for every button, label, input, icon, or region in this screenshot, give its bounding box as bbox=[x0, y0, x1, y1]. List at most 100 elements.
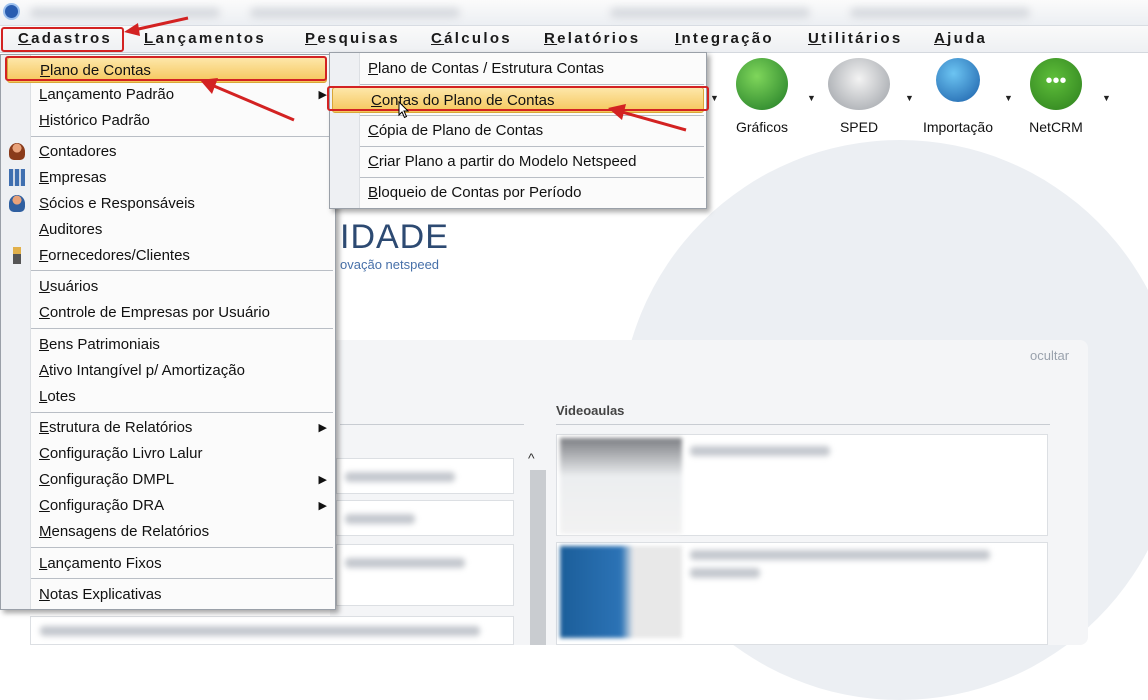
menu-item-label: Empresas bbox=[39, 169, 107, 186]
blurred-text bbox=[345, 472, 455, 482]
netcrm-dropdown-arrow[interactable]: ▼ bbox=[1102, 93, 1111, 103]
menu-item-bens-patrimoniais[interactable]: Bens Patrimoniais bbox=[1, 332, 335, 358]
scrollbar[interactable] bbox=[530, 470, 546, 645]
submenu-arrow-icon: ▶ bbox=[318, 500, 327, 512]
menu-calculos[interactable]: Cálculos bbox=[431, 30, 512, 47]
submenu-item-bloqueio-contas[interactable]: Bloqueio de Contas por Período bbox=[330, 180, 706, 206]
videos-heading: Videoaulas bbox=[556, 403, 625, 418]
menu-pesquisas[interactable]: Pesquisas bbox=[305, 30, 400, 47]
menu-item-fornecedores[interactable]: Fornecedores/Clientes bbox=[1, 243, 335, 269]
menu-separator bbox=[360, 146, 704, 147]
menu-separator bbox=[31, 270, 333, 271]
menu-item-controle-empresas[interactable]: Controle de Empresas por Usuário bbox=[1, 300, 335, 326]
toolbar-netcrm-button[interactable]: ••• NetCRM bbox=[1014, 58, 1098, 138]
chat-bubble-icon: ••• bbox=[1030, 58, 1082, 110]
submenu-item-label: Bloqueio de Contas por Período bbox=[368, 184, 582, 201]
menu-item-auditores[interactable]: Auditores bbox=[1, 217, 335, 243]
blurred-text bbox=[690, 446, 830, 456]
menu-item-config-dmpl[interactable]: Configuração DMPL ▶ bbox=[1, 467, 335, 493]
title-blur bbox=[850, 8, 1030, 18]
blurred-text bbox=[345, 558, 465, 568]
toolbar-importacao-button[interactable]: Importação bbox=[916, 58, 1000, 138]
blurred-text bbox=[690, 568, 760, 578]
menu-item-label: Auditores bbox=[39, 221, 103, 238]
submenu-arrow-icon: ▶ bbox=[318, 474, 327, 486]
menu-utilitarios[interactable]: Utilitários bbox=[808, 30, 903, 47]
menu-item-label: Lotes bbox=[39, 388, 76, 405]
menu-item-label: Ativo Intangível p/ Amortização bbox=[39, 362, 245, 379]
submenu-arrow-icon: ▶ bbox=[318, 89, 327, 101]
brand-tagline: ovação netspeed bbox=[340, 257, 440, 272]
toolbar-netcrm-label: NetCRM bbox=[1029, 119, 1083, 135]
menu-separator bbox=[31, 578, 333, 579]
menu-item-contadores[interactable]: Contadores bbox=[1, 139, 335, 165]
menu-separator bbox=[31, 412, 333, 413]
sped-dropdown-arrow[interactable]: ▼ bbox=[905, 93, 914, 103]
menu-item-notas-explicativas[interactable]: Notas Explicativas bbox=[1, 582, 335, 608]
menu-item-label: Estrutura de Relatórios bbox=[39, 419, 193, 436]
menu-item-label: Lançamento Padrão bbox=[39, 86, 175, 103]
submenu-item-estrutura-contas[interactable]: Plano de Contas / Estrutura Contas bbox=[330, 56, 706, 82]
cadastros-annotation-box bbox=[1, 27, 124, 52]
video-thumbnail bbox=[560, 438, 682, 534]
menu-item-socios[interactable]: Sócios e Responsáveis bbox=[1, 191, 335, 217]
menu-item-livro-lalur[interactable]: Configuração Livro Lalur bbox=[1, 441, 335, 467]
videos-divider bbox=[556, 424, 1050, 425]
menu-item-label: Configuração DMPL bbox=[39, 471, 175, 488]
brand-name: IDADE bbox=[340, 218, 449, 256]
toolbar-graficos-label: Gráficos bbox=[735, 119, 789, 135]
menu-separator bbox=[31, 547, 333, 548]
graficos-dropdown-arrow[interactable]: ▼ bbox=[807, 93, 816, 103]
cadastros-menu: Plano de Contas Lançamento Padrão ▶ Hist… bbox=[0, 54, 336, 610]
menu-item-lancamento-fixos[interactable]: Lançamento Fixos bbox=[1, 551, 335, 577]
submenu-item-label: Criar Plano a partir do Modelo Netspeed bbox=[368, 153, 637, 170]
hidden-dropdown-arrow[interactable]: ▼ bbox=[710, 93, 719, 103]
app-logo-icon bbox=[3, 3, 20, 20]
menu-separator bbox=[360, 84, 704, 85]
menu-item-usuarios[interactable]: Usuários bbox=[1, 274, 335, 300]
menu-item-lotes[interactable]: Lotes bbox=[1, 384, 335, 410]
chart-globe-icon bbox=[736, 58, 788, 110]
submenu-item-label: Cópia de Plano de Contas bbox=[368, 122, 544, 139]
title-blur bbox=[250, 8, 460, 18]
importacao-dropdown-arrow[interactable]: ▼ bbox=[1004, 93, 1013, 103]
menu-item-empresas[interactable]: Empresas bbox=[1, 165, 335, 191]
supplier-icon bbox=[13, 247, 21, 264]
menu-ajuda[interactable]: Ajuda bbox=[934, 30, 987, 47]
menu-separator bbox=[31, 136, 333, 137]
menu-item-label: Mensagens de Relatórios bbox=[39, 523, 210, 540]
submenu-item-label: Plano de Contas / Estrutura Contas bbox=[368, 60, 604, 77]
menu-item-mensagens-relatorios[interactable]: Mensagens de Relatórios bbox=[1, 519, 335, 545]
menu-item-label: Configuração DRA bbox=[39, 497, 165, 514]
menu-item-ativo-intangivel[interactable]: Ativo Intangível p/ Amortização bbox=[1, 358, 335, 384]
blurred-text bbox=[690, 550, 990, 560]
menu-item-label: Configuração Livro Lalur bbox=[39, 445, 203, 462]
menu-item-label: Lançamento Fixos bbox=[39, 555, 162, 572]
hide-panel-link[interactable]: ocultar bbox=[1030, 348, 1069, 363]
blurred-text bbox=[40, 626, 480, 636]
menu-relatorios[interactable]: Relatórios bbox=[544, 30, 640, 47]
menu-separator bbox=[31, 328, 333, 329]
title-blur bbox=[610, 8, 810, 18]
menu-item-label: Histórico Padrão bbox=[39, 112, 150, 129]
news-item[interactable] bbox=[336, 544, 514, 606]
menu-integracao[interactable]: Integração bbox=[675, 30, 774, 47]
video-thumbnail bbox=[560, 546, 682, 638]
news-divider bbox=[340, 424, 524, 425]
annotation-arrow-icon bbox=[124, 16, 189, 36]
menu-item-label: Contadores bbox=[39, 143, 117, 160]
menu-item-label: Usuários bbox=[39, 278, 99, 295]
person-icon bbox=[9, 143, 25, 160]
toolbar-graficos-button[interactable]: Gráficos bbox=[720, 58, 804, 138]
toolbar-sped-button[interactable]: SPED bbox=[817, 58, 901, 138]
menu-item-label: Controle de Empresas por Usuário bbox=[39, 304, 270, 321]
toolbar-sped-label: SPED bbox=[839, 119, 879, 135]
submenu-item-criar-plano[interactable]: Criar Plano a partir do Modelo Netspeed bbox=[330, 149, 706, 175]
sped-icon bbox=[828, 58, 890, 110]
menu-item-label: Fornecedores/Clientes bbox=[39, 247, 190, 264]
menu-item-config-dra[interactable]: Configuração DRA ▶ bbox=[1, 493, 335, 519]
menu-item-estrutura-relatorios[interactable]: Estrutura de Relatórios ▶ bbox=[1, 415, 335, 441]
person-icon bbox=[9, 195, 25, 212]
blurred-text bbox=[345, 514, 415, 524]
scroll-up-icon[interactable]: ^ bbox=[528, 450, 535, 466]
